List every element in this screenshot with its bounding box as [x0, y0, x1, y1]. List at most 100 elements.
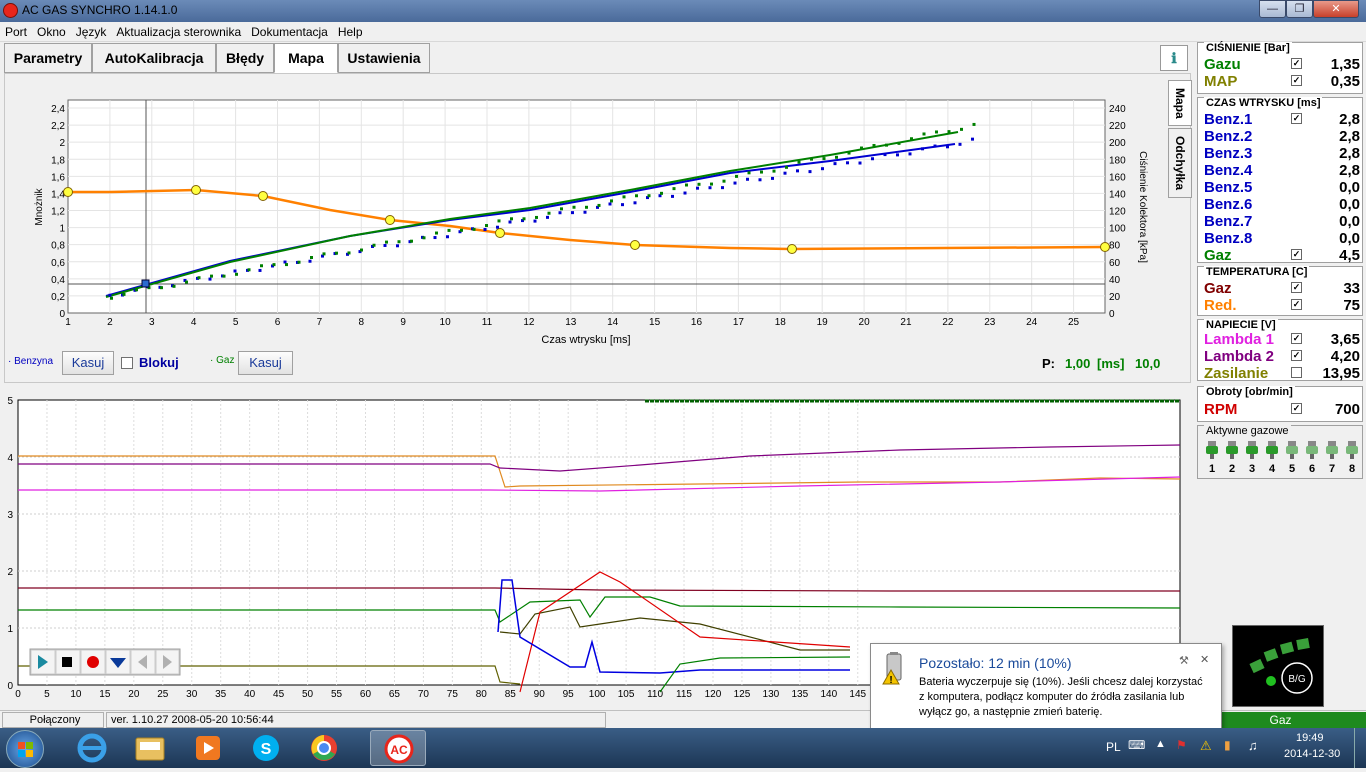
live-xtick: 10	[70, 689, 82, 700]
live-xtick: 145	[849, 689, 866, 700]
skype-icon[interactable]: S	[238, 730, 294, 766]
language-indicator[interactable]: PL	[1106, 740, 1121, 754]
gaz-point	[335, 251, 338, 255]
live-ytick: 1	[7, 624, 13, 635]
pressure-row: Gazu ✓ 1,35	[1204, 56, 1360, 73]
minimize-button[interactable]: —	[1259, 0, 1286, 18]
gaz-point	[697, 182, 701, 186]
menu-dokumentacja[interactable]: Dokumentacja	[246, 22, 333, 39]
settings-icon[interactable]: ⚒	[1179, 654, 1189, 667]
benzyna-point	[433, 236, 437, 240]
map-xtick: 10	[440, 317, 452, 328]
inj-checkbox[interactable]: ✓	[1291, 113, 1302, 124]
network-warning-icon[interactable]: ⚑	[1176, 738, 1187, 752]
battery-icon[interactable]: ⚠	[1200, 738, 1212, 754]
benzyna-point	[671, 194, 674, 198]
rpm-value: 700	[1334, 401, 1360, 418]
menu-help[interactable]: Help	[333, 22, 368, 39]
rpm-label: RPM	[1204, 401, 1238, 418]
current-point-marker	[141, 279, 150, 288]
maximize-button[interactable]: ❐	[1286, 0, 1313, 18]
clock-time[interactable]: 19:49	[1296, 732, 1324, 744]
active-injectors-title: Aktywne gazowe	[1204, 425, 1291, 437]
live-xtick: 35	[215, 689, 227, 700]
side-tab-mapa[interactable]: Mapa	[1168, 80, 1192, 126]
volume-icon[interactable]: ♫	[1248, 738, 1258, 753]
volt-checkbox[interactable]	[1291, 367, 1302, 378]
power-icon[interactable]: ▮	[1224, 738, 1231, 752]
media-player-icon[interactable]	[180, 730, 236, 766]
explorer-icon[interactable]	[122, 730, 178, 766]
injector-icon	[1326, 441, 1338, 459]
tab-bledy[interactable]: Błędy	[216, 43, 274, 73]
start-button[interactable]	[6, 730, 44, 768]
live-xtick: 120	[705, 689, 722, 700]
inj-checkbox[interactable]: ✓	[1291, 249, 1302, 260]
gaz-point	[572, 205, 576, 209]
blokuj-checkbox[interactable]	[121, 357, 133, 369]
temp-checkbox[interactable]: ✓	[1291, 299, 1302, 310]
inj-row: Benz.5 0,0	[1204, 179, 1360, 196]
gaz-point	[560, 207, 563, 211]
map-control-point[interactable]	[385, 215, 395, 225]
show-hidden-icons[interactable]: ▲	[1155, 738, 1166, 750]
volt-checkbox[interactable]: ✓	[1291, 350, 1302, 361]
injector-indicator: 8	[1344, 440, 1360, 476]
gaz-point	[710, 182, 713, 186]
ac-gas-synchro-taskbar-icon[interactable]: AC	[370, 730, 426, 766]
map-control-point[interactable]	[191, 185, 201, 195]
menu-okno[interactable]: Okno	[32, 22, 71, 39]
benzyna-point	[208, 277, 212, 281]
pressure-checkbox[interactable]: ✓	[1291, 75, 1302, 86]
map-control-point[interactable]	[1100, 242, 1110, 252]
map-control-point[interactable]	[495, 228, 505, 238]
benzyna-point	[558, 211, 562, 215]
close-notification-icon[interactable]: ✕	[1200, 653, 1209, 666]
benzyna-point	[496, 225, 499, 229]
injector-icon	[1306, 441, 1318, 459]
keyboard-icon[interactable]: ⌨	[1128, 738, 1145, 752]
gaz-point	[460, 228, 463, 232]
gaz-point	[135, 288, 138, 292]
close-button[interactable]: ✕	[1313, 0, 1359, 18]
clock-date[interactable]: 2014-12-30	[1284, 748, 1340, 760]
injector-number: 4	[1268, 463, 1276, 475]
live-xtick: 135	[792, 689, 809, 700]
menu-port[interactable]: Port	[0, 22, 32, 39]
tab-autokalibracja[interactable]: AutoKalibracja	[92, 43, 216, 73]
menu-aktualizacja[interactable]: Aktualizacja sterownika	[111, 22, 246, 39]
injector-indicator: 6	[1304, 440, 1320, 476]
menu-jezyk[interactable]: Język	[71, 22, 112, 39]
pressure-checkbox[interactable]: ✓	[1291, 58, 1302, 69]
side-tab-odchylka[interactable]: Odchyłka	[1168, 128, 1192, 198]
tab-parametry[interactable]: Parametry	[4, 43, 92, 73]
kasuj-gaz-button[interactable]: Kasuj	[238, 351, 293, 375]
live-xtick: 20	[128, 689, 140, 700]
injector-indicator: 7	[1324, 440, 1340, 476]
show-desktop-button[interactable]	[1354, 728, 1366, 768]
rpm-checkbox[interactable]: ✓	[1291, 403, 1302, 414]
gaz-point	[835, 155, 838, 159]
ie-icon[interactable]	[64, 730, 120, 766]
temp-row: Gaz ✓ 33	[1204, 280, 1360, 297]
gaz-point	[210, 274, 213, 278]
map-control-point[interactable]	[258, 191, 268, 201]
volt-checkbox[interactable]: ✓	[1291, 333, 1302, 344]
battery-notification: ! Pozostało: 12 min (10%) Bateria wyczer…	[870, 643, 1222, 729]
kasuj-benzyna-button[interactable]: Kasuj	[62, 351, 114, 375]
temp-checkbox[interactable]: ✓	[1291, 282, 1302, 293]
inj-row: Gaz ✓ 4,5	[1204, 247, 1360, 264]
map-control-point[interactable]	[63, 187, 73, 197]
map-xtick: 3	[149, 317, 155, 328]
info-icon[interactable]: ℹ	[1160, 45, 1188, 71]
live-xtick: 40	[244, 689, 256, 700]
injector-number: 1	[1208, 463, 1216, 475]
tab-ustawienia[interactable]: Ustawienia	[338, 43, 430, 73]
map-ytick-right: 60	[1109, 258, 1121, 269]
live-xticks: 0 5 10 15 20 25 30 35 40 45 50 55 60 65 70 75 80 85 90 95 10…	[15, 689, 866, 700]
map-control-point[interactable]	[630, 240, 640, 250]
chrome-icon[interactable]	[296, 730, 352, 766]
tab-mapa[interactable]: Mapa	[274, 43, 338, 73]
map-control-point[interactable]	[787, 244, 797, 254]
inj-row: Benz.8 0,0	[1204, 230, 1360, 247]
